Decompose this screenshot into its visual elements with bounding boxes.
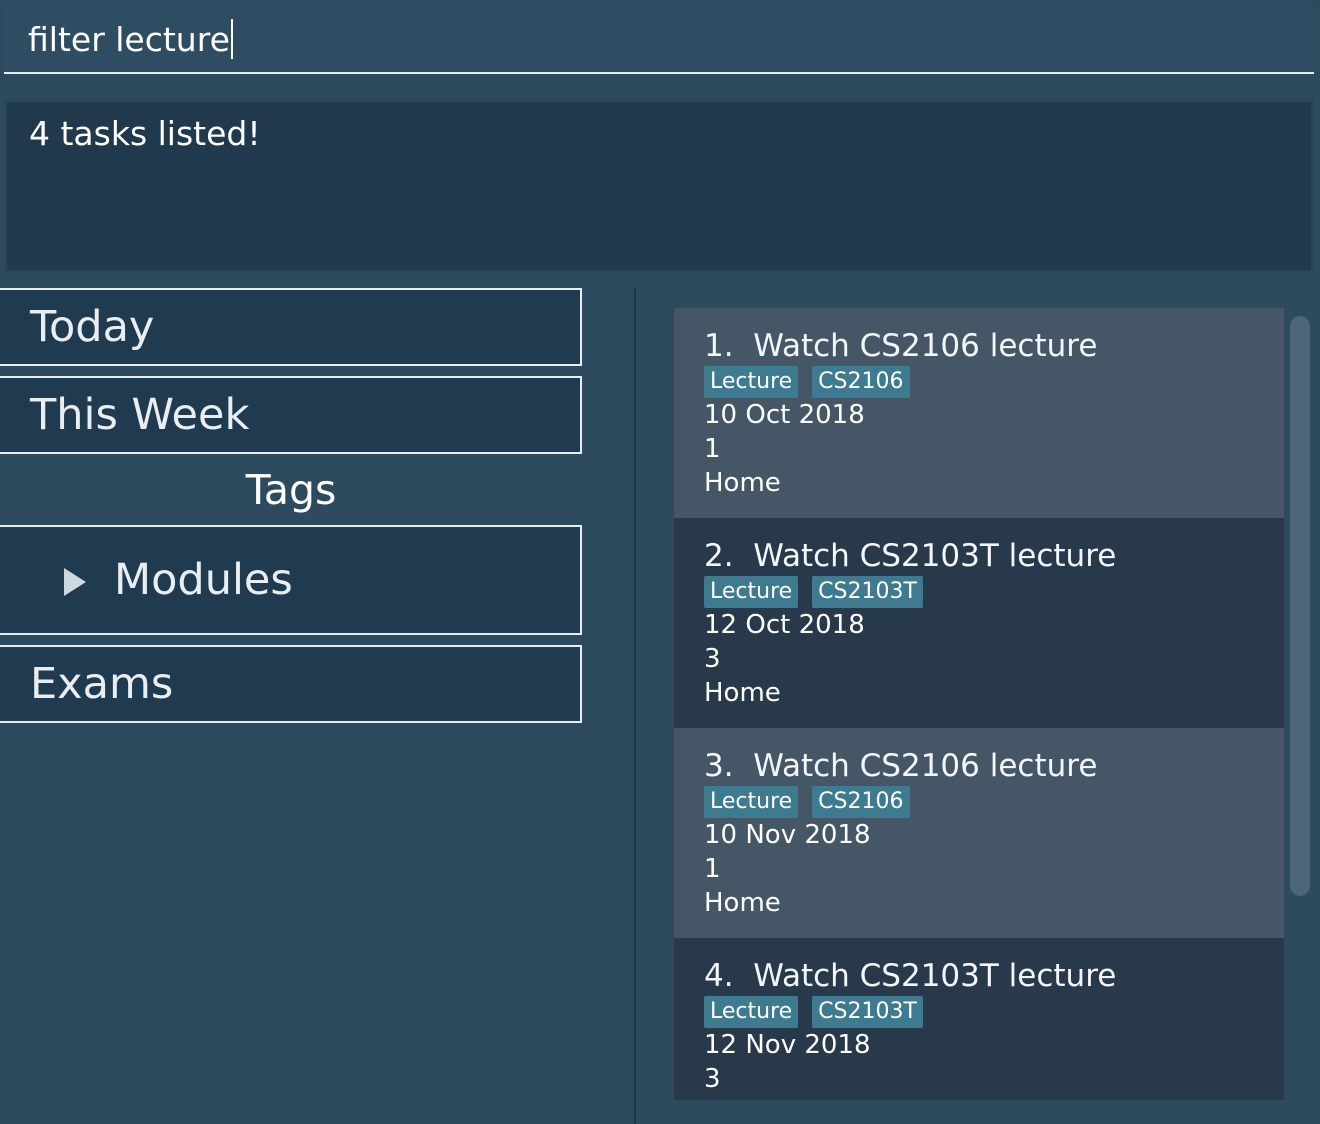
task-tags: Lecture CS2103T xyxy=(704,576,923,608)
nav-today-label: Today xyxy=(30,302,155,352)
task-title: 4. Watch CS2103T lecture xyxy=(704,958,1117,994)
tag-badge: CS2103T xyxy=(812,996,923,1028)
task-priority: 1 xyxy=(704,434,721,464)
tag-badge: Lecture xyxy=(704,576,799,608)
task-list-scrollbar[interactable] xyxy=(1290,316,1310,896)
task-priority: 3 xyxy=(704,1064,721,1094)
task-tags: Lecture CS2106 xyxy=(704,786,910,818)
task-date: 12 Oct 2018 xyxy=(704,610,865,640)
task-title: 2. Watch CS2103T lecture xyxy=(704,538,1117,574)
result-display: 4 tasks listed! xyxy=(4,99,1314,273)
task-date: 10 Nov 2018 xyxy=(704,820,871,850)
tag-badge: Lecture xyxy=(704,786,799,818)
task-card[interactable]: 1. Watch CS2106 lecture Lecture CS2106 1… xyxy=(674,308,1284,518)
nav-this-week-label: This Week xyxy=(30,390,250,440)
nav-today[interactable]: Today xyxy=(0,288,582,366)
nav-exams-label: Exams xyxy=(30,659,174,709)
text-caret xyxy=(230,18,233,59)
task-card[interactable]: 4. Watch CS2103T lecture Lecture CS2103T… xyxy=(674,938,1284,1100)
task-priority: 1 xyxy=(704,854,721,884)
task-location: Home xyxy=(704,468,781,498)
task-priority: 3 xyxy=(704,644,721,674)
nav-this-week[interactable]: This Week xyxy=(0,376,582,454)
nav-modules[interactable]: Modules xyxy=(0,525,582,635)
task-tags: Lecture CS2103T xyxy=(704,996,923,1028)
task-location: Home xyxy=(704,888,781,918)
tag-badge: CS2103T xyxy=(812,576,923,608)
task-card[interactable]: 3. Watch CS2106 lecture Lecture CS2106 1… xyxy=(674,728,1284,938)
task-location: Home xyxy=(704,678,781,708)
tag-badge: CS2106 xyxy=(812,786,910,818)
task-card[interactable]: 2. Watch CS2103T lecture Lecture CS2103T… xyxy=(674,518,1284,728)
tag-badge: CS2106 xyxy=(812,366,910,398)
task-date: 10 Oct 2018 xyxy=(704,400,865,430)
task-tags: Lecture CS2106 xyxy=(704,366,910,398)
tag-badge: Lecture xyxy=(704,366,799,398)
result-message: 4 tasks listed! xyxy=(29,114,261,153)
task-title: 1. Watch CS2106 lecture xyxy=(704,328,1098,364)
task-date: 12 Nov 2018 xyxy=(704,1030,871,1060)
tag-badge: Lecture xyxy=(704,996,799,1028)
expand-triangle-icon[interactable] xyxy=(64,568,86,596)
task-title: 3. Watch CS2106 lecture xyxy=(704,748,1098,784)
tags-heading: Tags xyxy=(245,466,337,514)
nav-modules-label: Modules xyxy=(114,555,293,605)
nav-exams[interactable]: Exams xyxy=(0,645,582,723)
command-box[interactable]: filter lecture xyxy=(4,4,1314,74)
command-input[interactable]: filter lecture xyxy=(28,18,233,62)
panel-divider xyxy=(634,288,636,1124)
